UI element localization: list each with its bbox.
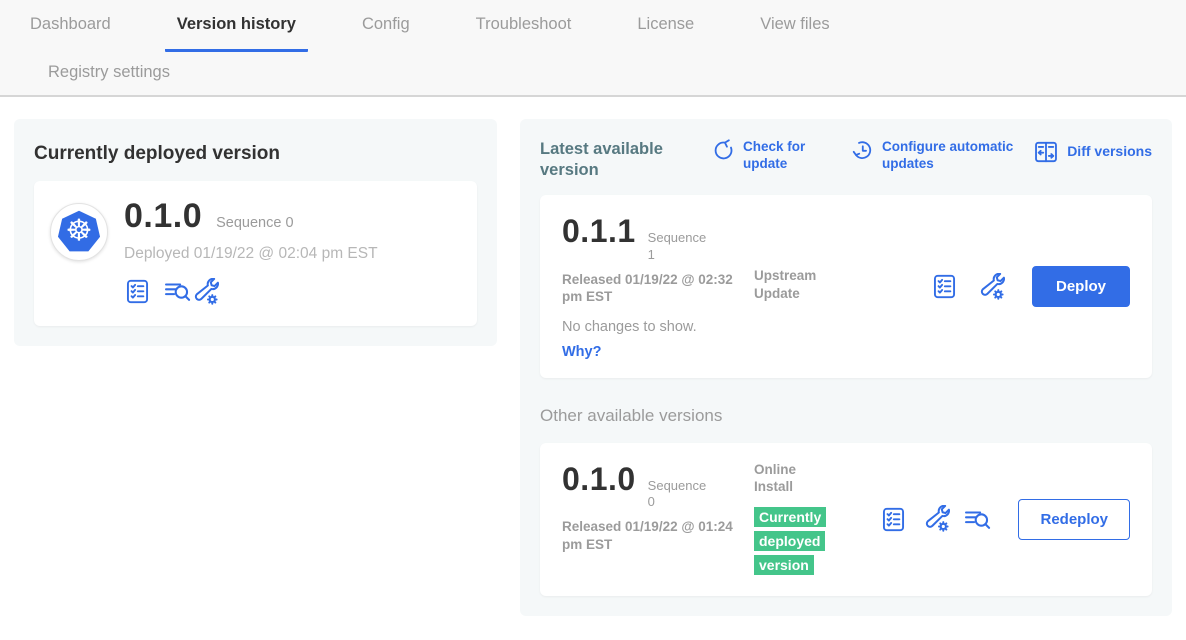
other-available-versions-heading: Other available versions [540,406,1152,426]
diff-versions-label: Diff versions [1067,143,1152,161]
app-logo: ☸ [50,203,108,261]
currently-deployed-badge-text: Currently deployed version [754,507,826,575]
tab-license[interactable]: License [625,0,706,52]
currently-deployed-badge: Currently deployed version [754,506,840,578]
other-version-card: 0.1.0 Sequence 0 Released 01/19/22 @ 01:… [540,443,1152,596]
other-version-info: 0.1.0 Sequence 0 Released 01/19/22 @ 01:… [562,461,754,578]
other-version-number: 0.1.0 [562,461,636,498]
diff-icon [1033,139,1059,165]
main-content: Currently deployed version ☸ 0.1.0 Seque… [0,97,1186,616]
latest-sequence-label: Sequence 1 [648,230,710,263]
schedule-update-icon [851,139,874,173]
tab-view-files[interactable]: View files [748,0,841,52]
tab-registry-settings[interactable]: Registry settings [36,63,182,85]
check-for-update-link[interactable]: Check for update [712,139,817,173]
redeploy-button[interactable]: Redeploy [1018,499,1130,540]
other-sequence-label: Sequence 0 [648,478,710,511]
no-changes-text: No changes to show. [562,319,754,335]
configure-automatic-updates-label: Configure automatic updates [882,139,1014,173]
latest-available-panel: Latest available version Check for updat… [520,119,1172,616]
check-for-update-label: Check for update [743,139,817,173]
latest-version-actions: Deploy [931,213,1130,360]
online-install-label: Online Install [754,461,822,496]
currently-deployed-card: ☸ 0.1.0 Sequence 0 Deployed 01/19/22 @ 0… [34,181,477,326]
current-version-number: 0.1.0 [124,197,202,236]
upstream-update-label: Upstream Update [754,267,822,302]
other-version-actions: Redeploy [880,461,1130,578]
preflight-checks-icon[interactable] [931,273,958,300]
deploy-button[interactable]: Deploy [1032,266,1130,307]
other-released-timestamp: Released 01/19/22 @ 01:24 pm EST [562,518,737,553]
app-header: Dashboard Version history Config Trouble… [0,0,1186,97]
latest-version-card: 0.1.1 Sequence 1 Released 01/19/22 @ 02:… [540,195,1152,378]
configure-automatic-updates-link[interactable]: Configure automatic updates [851,139,1014,173]
tab-troubleshoot[interactable]: Troubleshoot [464,0,584,52]
current-version-info: 0.1.0 Sequence 0 Deployed 01/19/22 @ 02:… [124,197,378,306]
nav-tabs-row: Dashboard Version history Config Trouble… [0,0,1186,52]
other-version-source: Online Install Currently deployed versio… [754,461,854,578]
currently-deployed-panel: Currently deployed version ☸ 0.1.0 Seque… [14,119,497,346]
latest-version-source: Upstream Update [754,213,854,360]
latest-released-timestamp: Released 01/19/22 @ 02:32 pm EST [562,271,737,306]
edit-config-icon[interactable] [923,505,951,533]
kubernetes-wheel-icon: ☸ [66,216,93,246]
nav-tabs-row-2: Registry settings [0,52,1186,95]
edit-config-icon[interactable] [192,278,220,306]
currently-deployed-heading: Currently deployed version [34,143,477,165]
preflight-checks-icon[interactable] [124,278,151,305]
tab-config[interactable]: Config [350,0,422,52]
deploy-logs-icon[interactable] [163,277,192,306]
tab-version-history[interactable]: Version history [165,0,308,52]
why-link[interactable]: Why? [562,344,754,360]
current-sequence-label: Sequence 0 [216,215,293,231]
latest-available-heading: Latest available version [540,139,678,180]
preflight-checks-icon[interactable] [880,506,907,533]
tab-dashboard[interactable]: Dashboard [18,0,123,52]
deployed-timestamp: Deployed 01/19/22 @ 02:04 pm EST [124,245,378,263]
deploy-logs-icon[interactable] [963,505,992,534]
edit-config-icon[interactable] [978,273,1006,301]
diff-versions-link[interactable]: Diff versions [1033,139,1152,165]
latest-version-info: 0.1.1 Sequence 1 Released 01/19/22 @ 02:… [562,213,754,360]
latest-version-number: 0.1.1 [562,213,636,250]
refresh-icon [712,139,735,173]
